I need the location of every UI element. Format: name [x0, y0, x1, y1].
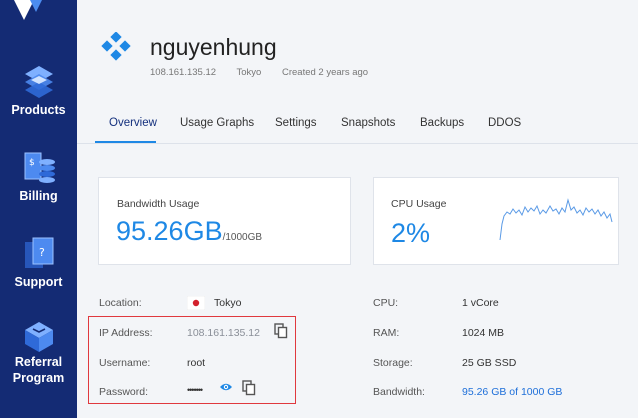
sidebar-item-label: Referral [14, 355, 63, 369]
tab-settings[interactable]: Settings [275, 117, 317, 129]
vultr-logo[interactable] [10, 0, 50, 28]
storage-value: 25 GB SSD [462, 357, 517, 369]
svg-text:?: ? [39, 246, 45, 259]
ram-label: RAM: [373, 327, 400, 339]
server-created: Created 2 years ago [281, 67, 369, 78]
tab-snapshots[interactable]: Snapshots [341, 117, 395, 129]
bandwidth-value: 95.26GB/1000GB [116, 216, 262, 247]
japan-flag-icon [187, 296, 205, 310]
sidebar-item-label: Support [14, 275, 63, 289]
bandwidth-spec-value[interactable]: 95.26 GB of 1000 GB [462, 386, 562, 398]
bandwidth-card-title: Bandwidth Usage [117, 198, 200, 210]
storage-label: Storage: [373, 357, 413, 369]
ram-value: 1024 MB [462, 327, 505, 339]
server-location: Tokyo [236, 67, 262, 78]
support-icon: ? [24, 237, 53, 268]
products-icon [24, 66, 53, 98]
sidebar-item-label: Billing [19, 189, 58, 203]
sidebar-item-support[interactable]: ? Support [0, 234, 77, 290]
tab-overview[interactable]: Overview [109, 117, 157, 129]
server-meta: 108.161.135.12 Tokyo Created 2 years ago [150, 67, 386, 78]
cpu-sparkline [499, 198, 613, 241]
cpu-value: 2% [391, 218, 431, 248]
tab-ddos[interactable]: DDOS [488, 117, 521, 129]
sidebar-item-billing[interactable]: $ Billing [0, 148, 77, 204]
bandwidth-amount: 95.26GB [116, 216, 223, 246]
location-value: Tokyo [214, 297, 242, 309]
svg-text:$: $ [29, 158, 35, 168]
highlight-box [88, 316, 296, 404]
cpu-label: CPU: [373, 297, 399, 309]
billing-icon: $ [24, 152, 55, 183]
cpu-card: CPU Usage 2% [373, 177, 619, 265]
tab-backups[interactable]: Backups [420, 117, 464, 129]
cpu-spec-value: 1 vCore [462, 297, 499, 309]
main-content: nguyenhung 108.161.135.12 Tokyo Created … [77, 0, 638, 418]
bandwidth-unit: /1000GB [222, 232, 263, 243]
sidebar-item-referral[interactable]: Referral Program [0, 320, 77, 386]
sidebar-item-label-line2: Program [12, 371, 65, 385]
tab-divider [77, 143, 638, 144]
bandwidth-card: Bandwidth Usage 95.26GB/1000GB [98, 177, 351, 265]
referral-icon [24, 322, 53, 352]
server-ip: 108.161.135.12 [150, 67, 217, 78]
cpu-card-title: CPU Usage [391, 198, 447, 210]
tab-usage-graphs[interactable]: Usage Graphs [180, 117, 254, 129]
server-name: nguyenhung [150, 34, 277, 60]
server-os-icon [101, 32, 131, 61]
bandwidth-label: Bandwidth: [373, 386, 425, 398]
sidebar-item-label: Products [11, 103, 66, 117]
sidebar: Products $ Billing ? Support Referral Pr… [0, 0, 77, 418]
sidebar-item-products[interactable]: Products [0, 62, 77, 118]
location-label: Location: [99, 297, 142, 309]
